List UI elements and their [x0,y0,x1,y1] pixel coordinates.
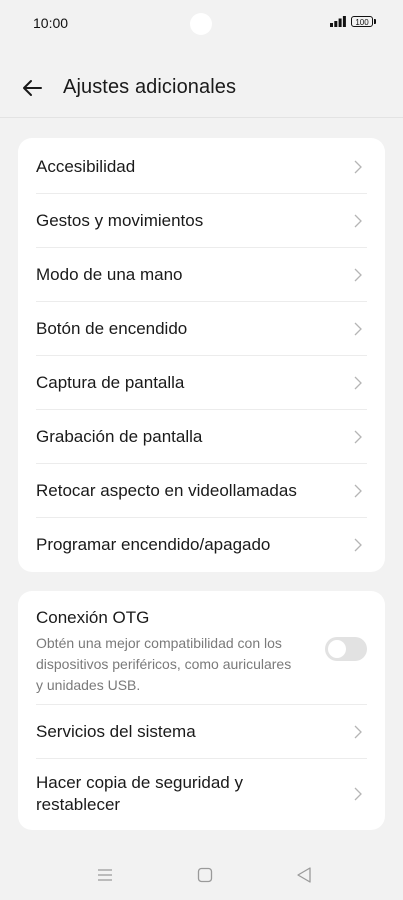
camera-cutout [190,13,212,35]
settings-item-captura[interactable]: Captura de pantalla [36,356,367,410]
settings-item-label: Botón de encendido [36,318,188,338]
settings-card-secondary: Conexión OTG Obtén una mejor compatibili… [18,591,385,830]
settings-item-copia-seguridad[interactable]: Hacer copia de seguridad y restablecer [36,759,367,829]
chevron-right-icon [354,430,362,443]
settings-card-main: Accesibilidad Gestos y movimientos Modo … [18,138,385,572]
chevron-right-icon [354,538,362,552]
arrow-left-icon[interactable] [20,76,44,100]
chevron-right-icon [354,322,362,335]
header: Ajustes adicionales [0,60,403,116]
settings-item-retocar[interactable]: Retocar aspecto en videollamadas [36,464,367,518]
battery-icon: 100 [351,16,373,27]
settings-item-label: Gestos y movimientos [36,210,204,230]
settings-item-label: Captura de pantalla [36,372,185,392]
settings-item-boton-encendido[interactable]: Botón de encendido [36,302,367,356]
signal-icon [330,16,346,27]
toggle-knob [328,640,346,658]
settings-item-grabacion[interactable]: Grabación de pantalla [36,410,367,464]
settings-item-label: Hacer copia de seguridad y restablecer [36,773,243,814]
otg-description: Obtén una mejor compatibilidad con los d… [36,635,292,693]
chevron-right-icon [354,787,362,801]
system-nav-bar [0,850,403,900]
chevron-right-icon [354,268,362,281]
battery-tip [374,19,376,24]
settings-item-label: Servicios del sistema [36,721,196,741]
status-time: 10:00 [33,15,69,31]
chevron-right-icon [354,160,362,173]
settings-item-servicios[interactable]: Servicios del sistema [36,705,367,759]
chevron-right-icon [354,376,362,389]
settings-item-accesibilidad[interactable]: Accesibilidad [36,140,367,194]
battery-level: 100 [355,18,369,27]
otg-toggle[interactable] [325,637,367,661]
settings-item-otg: Conexión OTG Obtén una mejor compatibili… [36,591,367,705]
otg-title: Conexión OTG [36,608,150,627]
back-triangle-icon[interactable] [296,866,312,884]
menu-icon[interactable] [97,867,113,883]
settings-item-gestos[interactable]: Gestos y movimientos [36,194,367,248]
page-title: Ajustes adicionales [63,76,237,98]
status-bar: 10:00 100 [0,0,403,46]
settings-item-modo-una-mano[interactable]: Modo de una mano [36,248,367,302]
settings-item-programar[interactable]: Programar encendido/apagado [36,518,367,572]
header-divider [0,117,403,118]
settings-item-label: Programar encendido/apagado [36,535,271,554]
chevron-right-icon [354,725,362,738]
home-icon[interactable] [197,867,213,883]
chevron-right-icon [354,484,362,497]
chevron-right-icon [354,214,362,227]
settings-item-label: Retocar aspecto en videollamadas [36,480,297,500]
settings-item-label: Accesibilidad [36,156,136,176]
settings-item-label: Grabación de pantalla [36,426,203,446]
settings-item-label: Modo de una mano [36,264,183,284]
